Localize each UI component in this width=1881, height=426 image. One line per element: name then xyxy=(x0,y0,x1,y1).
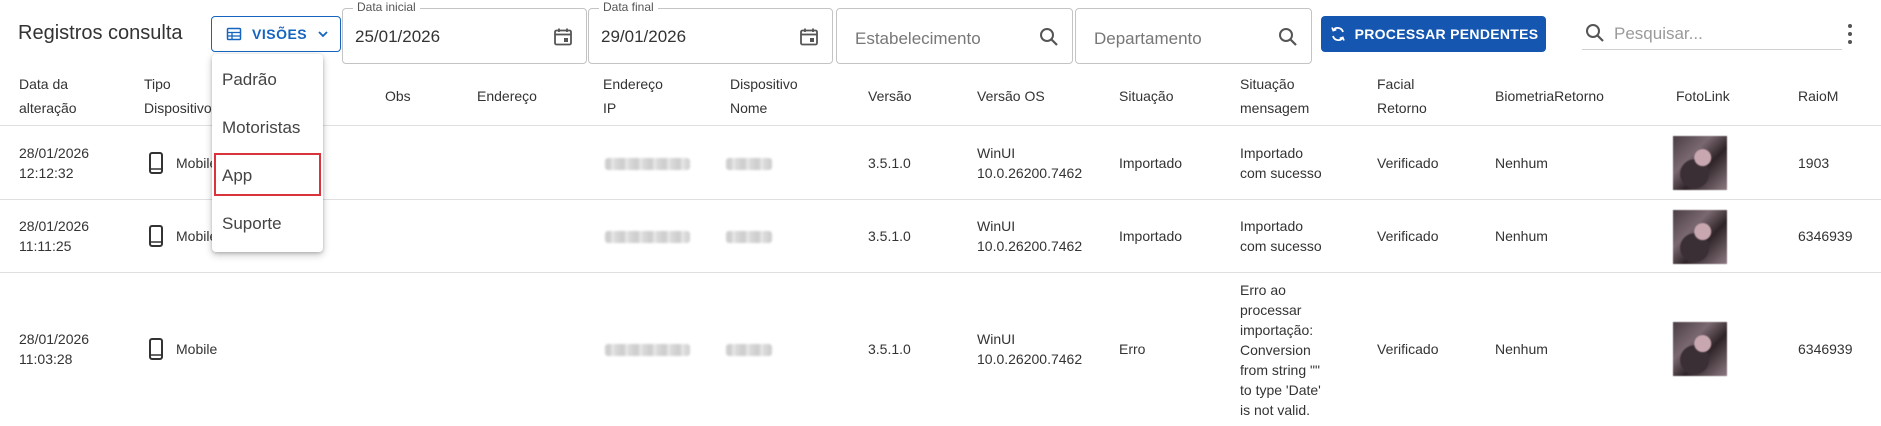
cell-biometria-retorno: Nenhum xyxy=(1495,155,1548,171)
menu-item-padrao[interactable]: Padrão xyxy=(222,70,277,90)
search-icon[interactable] xyxy=(1038,26,1060,48)
cell-facial-retorno: Verificado xyxy=(1377,341,1439,357)
menu-item-app[interactable]: App xyxy=(222,166,252,186)
cell-data: 28/01/2026 12:12:32 xyxy=(19,145,90,181)
start-date-label: Data inicial xyxy=(353,0,420,14)
cell-raio: 6346939 xyxy=(1798,228,1853,244)
search-icon[interactable] xyxy=(1277,26,1299,48)
process-pending-button[interactable]: PROCESSAR PENDENTES xyxy=(1321,16,1546,52)
cell-biometria-retorno: Nenhum xyxy=(1495,228,1548,244)
column-header-foto-link[interactable]: FotoLink xyxy=(1676,84,1730,108)
more-vert-icon[interactable] xyxy=(1840,20,1860,48)
cell-versao: 3.5.1.0 xyxy=(868,228,911,244)
search-icon xyxy=(1584,22,1606,44)
cell-versao: 3.5.1.0 xyxy=(868,155,911,171)
table-view-icon xyxy=(226,26,242,42)
cell-dispositivo-nome-redacted xyxy=(726,158,772,170)
establishment-field[interactable]: Estabelecimento xyxy=(836,8,1073,64)
cell-situacao-mensagem: Erro ao processar importação: Conversion… xyxy=(1240,282,1321,418)
search-input[interactable] xyxy=(1614,22,1834,46)
column-header-obs[interactable]: Obs xyxy=(385,84,411,108)
start-date-value[interactable]: 25/01/2026 xyxy=(355,27,440,47)
process-pending-label: PROCESSAR PENDENTES xyxy=(1354,26,1539,42)
cell-biometria-retorno: Nenhum xyxy=(1495,341,1548,357)
sync-icon xyxy=(1329,25,1347,43)
column-header-facial-retorno[interactable]: Facial Retorno xyxy=(1377,72,1427,120)
cell-data: 28/01/2026 11:11:25 xyxy=(19,218,90,254)
column-header-dispositivo-nome[interactable]: Dispositivo Nome xyxy=(730,72,798,120)
cell-tipo: Mobile xyxy=(176,341,218,357)
cell-dispositivo-nome-redacted xyxy=(726,344,772,356)
calendar-icon[interactable] xyxy=(798,26,820,48)
views-button-label: VISÕES xyxy=(252,26,308,42)
column-header-data[interactable]: Data da alteração xyxy=(19,72,77,120)
end-date-label: Data final xyxy=(599,0,658,14)
column-header-situacao-mensagem[interactable]: Situação mensagem xyxy=(1240,72,1309,120)
views-button[interactable]: VISÕES xyxy=(211,16,341,52)
page-title: Registros consulta xyxy=(18,22,183,44)
cell-versao: 3.5.1.0 xyxy=(868,341,911,357)
smartphone-icon xyxy=(149,338,163,360)
calendar-icon[interactable] xyxy=(552,26,574,48)
photo-thumbnail[interactable] xyxy=(1673,210,1727,264)
establishment-placeholder: Estabelecimento xyxy=(855,29,981,48)
photo-thumbnail[interactable] xyxy=(1673,136,1727,190)
cell-ip-redacted xyxy=(605,344,690,356)
cell-raio: 1903 xyxy=(1798,155,1830,171)
column-header-versao-os[interactable]: Versão OS xyxy=(977,84,1045,108)
cell-raio: 6346939 xyxy=(1798,341,1853,357)
cell-situacao: Importado xyxy=(1119,228,1183,244)
column-header-tipo[interactable]: Tipo Dispositivo xyxy=(144,72,212,120)
table-row[interactable]: 28/01/2026 11:03:28 Mobile 3.5.1.0 WinUI 1… xyxy=(0,274,1881,426)
cell-facial-retorno: Verificado xyxy=(1377,155,1439,171)
cell-ip-redacted xyxy=(605,158,690,170)
cell-versao-os: WinUI 10.0.26200.7462 xyxy=(977,331,1083,367)
chevron-down-icon xyxy=(317,28,329,40)
column-header-ip[interactable]: Endereço IP xyxy=(603,72,663,120)
column-header-situacao[interactable]: Situação xyxy=(1119,84,1173,108)
cell-situacao-mensagem: Importado com sucesso xyxy=(1240,218,1322,254)
cell-situacao: Importado xyxy=(1119,155,1183,171)
column-header-versao[interactable]: Versão xyxy=(868,84,912,108)
cell-situacao: Erro xyxy=(1119,341,1146,357)
photo-thumbnail[interactable] xyxy=(1673,322,1727,376)
end-date-value[interactable]: 29/01/2026 xyxy=(601,27,686,47)
cell-situacao-mensagem: Importado com sucesso xyxy=(1240,145,1322,181)
search-box[interactable] xyxy=(1582,18,1842,50)
smartphone-icon xyxy=(149,225,163,247)
column-header-endereco[interactable]: Endereço xyxy=(477,84,537,108)
cell-versao-os: WinUI 10.0.26200.7462 xyxy=(977,145,1083,181)
cell-dispositivo-nome-redacted xyxy=(726,231,772,243)
column-header-raio[interactable]: RaioM xyxy=(1798,84,1838,108)
department-field[interactable]: Departamento xyxy=(1075,8,1312,64)
cell-data: 28/01/2026 11:03:28 xyxy=(19,331,90,367)
menu-item-suporte[interactable]: Suporte xyxy=(222,214,282,234)
end-date-field[interactable]: Data final 29/01/2026 xyxy=(588,0,833,64)
cell-facial-retorno: Verificado xyxy=(1377,228,1439,244)
cell-versao-os: WinUI 10.0.26200.7462 xyxy=(977,218,1083,254)
department-placeholder: Departamento xyxy=(1094,29,1202,48)
start-date-field[interactable]: Data inicial 25/01/2026 xyxy=(342,0,587,64)
views-menu: Padrão Motoristas App Suporte xyxy=(212,54,323,252)
smartphone-icon xyxy=(149,152,163,174)
column-header-biometria-retorno[interactable]: BiometriaRetorno xyxy=(1495,84,1604,108)
cell-ip-redacted xyxy=(605,231,690,243)
menu-item-motoristas[interactable]: Motoristas xyxy=(222,118,300,138)
